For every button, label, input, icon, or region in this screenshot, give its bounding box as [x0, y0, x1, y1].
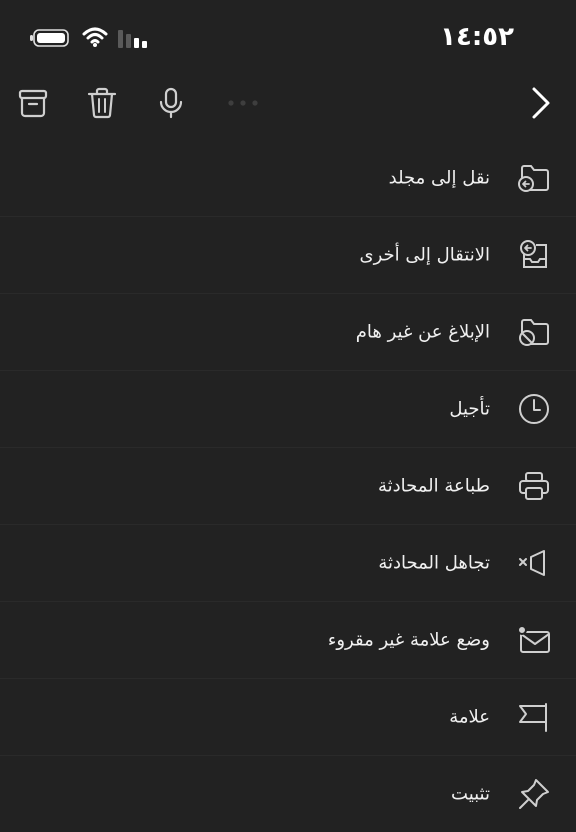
- menu-item-label: وضع علامة غير مقروء: [327, 629, 490, 651]
- pin-icon: [516, 776, 552, 812]
- menu-item-snooze[interactable]: تأجيل: [0, 371, 576, 448]
- clock-icon: [516, 391, 552, 427]
- menu-item-move-to-other[interactable]: الانتقال إلى أخرى: [0, 217, 576, 294]
- printer-icon: [516, 468, 552, 504]
- more-dots-icon[interactable]: [226, 86, 260, 120]
- menu-item-label: تجاهل المحادثة: [378, 552, 490, 574]
- menu-item-label: طباعة المحادثة: [377, 475, 490, 497]
- chevron-right-icon[interactable]: [524, 86, 558, 120]
- status-bar: ١٤:٥٢: [0, 0, 576, 72]
- menu-item-label: علامة: [449, 706, 490, 728]
- trash-icon[interactable]: [85, 86, 119, 120]
- move-to-other-icon: [516, 237, 552, 273]
- menu-item-move-to-folder[interactable]: نقل إلى مجلد: [0, 140, 576, 217]
- battery-icon: [30, 29, 70, 47]
- menu-item-label: الانتقال إلى أخرى: [359, 244, 490, 266]
- menu-item-label: الإبلاغ عن غير هام: [355, 321, 490, 343]
- menu-item-report-junk[interactable]: الإبلاغ عن غير هام: [0, 294, 576, 371]
- archive-icon[interactable]: [16, 86, 50, 120]
- microphone-icon[interactable]: [154, 86, 188, 120]
- mark-unread-icon: [516, 622, 552, 658]
- move-to-folder-icon: [516, 160, 552, 196]
- menu-item-flag[interactable]: علامة: [0, 679, 576, 756]
- menu-item-mark-unread[interactable]: وضع علامة غير مقروء: [0, 602, 576, 679]
- mute-icon: [516, 545, 552, 581]
- menu-item-pin[interactable]: تثبيت: [0, 756, 576, 832]
- toolbar: [0, 72, 576, 136]
- actions-menu: نقل إلى مجلد الانتقال إلى أخرى الإبلاغ ع…: [0, 140, 576, 832]
- menu-item-label: تثبيت: [451, 783, 490, 805]
- cellular-signal-icon: [118, 30, 150, 48]
- menu-item-mute[interactable]: تجاهل المحادثة: [0, 525, 576, 602]
- menu-item-print[interactable]: طباعة المحادثة: [0, 448, 576, 525]
- wifi-icon: [82, 26, 108, 48]
- menu-item-label: تأجيل: [449, 398, 490, 420]
- report-junk-icon: [516, 314, 552, 350]
- status-time: ١٤:٥٢: [440, 22, 514, 52]
- flag-icon: [516, 699, 552, 735]
- menu-item-label: نقل إلى مجلد: [388, 167, 490, 189]
